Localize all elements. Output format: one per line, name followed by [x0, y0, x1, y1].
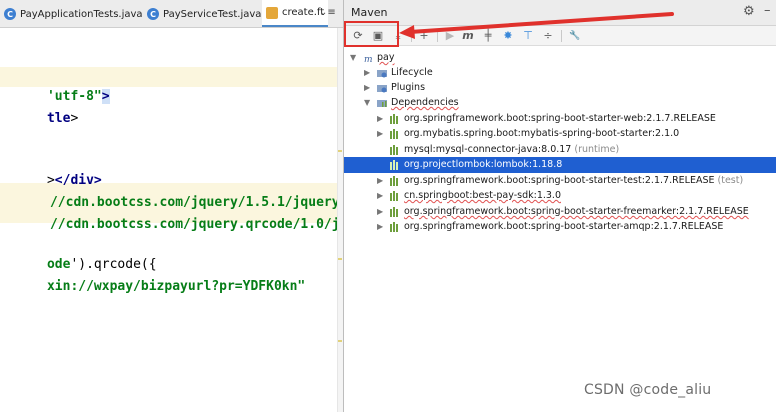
tree-item-pay[interactable]: ▼ m pay — [344, 50, 776, 66]
code-token: xin://wxpay/bizpayurl?pr=YDFK0kn" — [46, 279, 306, 294]
maven-toolbar: ⟳ ▣ ⤓ + ▶ m ╪ ✸ ⊤ ÷ 🔧 — [344, 26, 776, 46]
dependency-label: org.springframework.boot:spring-boot-sta… — [404, 206, 749, 217]
watermark: CSDN @code_aliu — [584, 382, 712, 398]
tree-label: Plugins — [391, 82, 426, 93]
code-line: //cdn.bootcss.com/jquery.qrcode/1.0/jque — [3, 195, 343, 232]
expand-arrow-icon[interactable]: ▼ — [364, 95, 370, 111]
dependency-label: org.springframework.boot:spring-boot-sta… — [404, 175, 715, 186]
maven-header: Maven ⚙ – — [344, 0, 776, 26]
code-token: tle — [46, 111, 71, 126]
expand-arrow-icon[interactable]: ▶ — [364, 80, 370, 96]
folder-gear-icon — [377, 83, 388, 93]
toolbar-separator — [437, 30, 438, 42]
settings-wrench-icon[interactable]: 🔧 — [568, 29, 582, 43]
maven-tool-window: Maven ⚙ – ⟳ ▣ ⤓ + ▶ m ╪ ✸ ⊤ ÷ 🔧 ▼ m pay — [343, 0, 776, 412]
dependency-label: mysql:mysql-connector-java:8.0.17 — [404, 144, 572, 155]
java-class-icon: C — [147, 8, 159, 20]
warning-marker[interactable] — [338, 258, 342, 260]
code-line: //cdn.bootcss.com/jquery/1.5.1/jquery.mi — [3, 173, 343, 210]
dependency-scope: (runtime) — [571, 144, 620, 155]
dependency-label: cn.springboot:best-pay-sdk:1.3.0 — [404, 190, 561, 201]
code-line: ode').qrcode({ — [0, 235, 157, 272]
tree-item-plugins[interactable]: ▶ Plugins — [344, 80, 776, 96]
library-icon — [390, 160, 400, 170]
toggle-offline-icon[interactable]: ╪ — [481, 29, 495, 43]
svg-text:m: m — [364, 55, 373, 63]
collapse-all-icon[interactable]: ÷ — [541, 29, 555, 43]
code-token: > — [70, 111, 79, 126]
gear-icon[interactable]: ⚙ — [743, 4, 755, 19]
library-icon — [390, 207, 400, 217]
skip-tests-icon[interactable]: ✸ — [501, 29, 515, 43]
dependency-item[interactable]: ▶ org.springframework.boot:spring-boot-s… — [344, 219, 776, 235]
expand-arrow-icon[interactable]: ▶ — [377, 188, 383, 204]
tab-pay-service-test[interactable]: C PayServiceTest.java × — [147, 0, 275, 27]
code-area[interactable]: 'utf-8"> tle> ></div> //cdn.bootcss.com/… — [0, 28, 343, 412]
dependency-item[interactable]: ▶ cn.springboot:best-pay-sdk:1.3.0 — [344, 188, 776, 204]
tree-label: Lifecycle — [391, 67, 433, 78]
java-class-icon: C — [4, 8, 16, 20]
tab-overflow-menu-icon[interactable]: ⌄≡ — [319, 7, 336, 18]
dependency-item-selected[interactable]: org.projectlombok:lombok:1.18.8 — [344, 157, 776, 173]
dependency-label: org.springframework.boot:spring-boot-sta… — [404, 221, 724, 232]
code-editor[interactable]: C PayApplicationTests.java × C PayServic… — [0, 0, 343, 412]
library-icon — [390, 114, 400, 124]
library-icon — [390, 191, 400, 201]
maven-project-tree[interactable]: ▼ m pay ▶ Lifecycle ▶ Plugins ▼ Dependen… — [344, 46, 776, 412]
tree-item-dependencies[interactable]: ▼ Dependencies — [344, 95, 776, 111]
tree-label: pay — [377, 52, 395, 63]
add-icon[interactable]: + — [417, 29, 431, 43]
tab-label: create.ft — [282, 7, 325, 18]
code-token: //cdn.bootcss.com/jquery.qrcode/1.0/jque — [49, 217, 343, 232]
html-file-icon — [266, 6, 278, 19]
show-dependencies-icon[interactable]: ⊤ — [521, 29, 535, 43]
toolbar-separator — [411, 30, 412, 42]
tab-label: PayServiceTest.java — [163, 8, 262, 20]
execute-goal-icon[interactable]: m — [461, 29, 475, 43]
dependency-item[interactable]: ▶ org.springframework.boot:spring-boot-s… — [344, 204, 776, 220]
folder-dependencies-icon — [377, 98, 388, 108]
expand-arrow-icon[interactable]: ▼ — [350, 50, 356, 66]
library-icon — [390, 129, 400, 139]
dependency-label: org.projectlombok:lombok:1.18.8 — [404, 159, 563, 170]
annotation-highlight-box — [344, 21, 399, 47]
expand-arrow-icon[interactable]: ▶ — [377, 219, 383, 235]
dependency-item[interactable]: mysql:mysql-connector-java:8.0.17 (runti… — [344, 142, 776, 158]
editor-tab-bar: C PayApplicationTests.java × C PayServic… — [0, 0, 343, 28]
expand-arrow-icon[interactable]: ▶ — [364, 65, 370, 81]
dependency-item[interactable]: ▶ org.mybatis.spring.boot:mybatis-spring… — [344, 126, 776, 142]
library-icon — [390, 222, 400, 232]
maven-module-icon: m — [364, 53, 375, 65]
tree-label: Dependencies — [391, 97, 459, 108]
code-line: ></div> — [0, 151, 102, 188]
code-line: 'utf-8"> — [0, 67, 110, 104]
code-line: tle> — [0, 89, 78, 126]
library-icon — [390, 176, 400, 186]
dependency-item[interactable]: ▶ org.springframework.boot:spring-boot-s… — [344, 173, 776, 189]
warning-marker[interactable] — [338, 340, 342, 342]
run-icon[interactable]: ▶ — [443, 29, 457, 43]
dependency-label: org.mybatis.spring.boot:mybatis-spring-b… — [404, 128, 680, 139]
warning-marker[interactable] — [338, 150, 342, 152]
maven-title: Maven — [351, 6, 388, 19]
code-token: > — [101, 89, 110, 104]
toolbar-separator — [561, 30, 562, 42]
tree-item-lifecycle[interactable]: ▶ Lifecycle — [344, 65, 776, 81]
dependency-label: org.springframework.boot:spring-boot-sta… — [404, 113, 716, 124]
library-icon — [390, 145, 400, 155]
expand-arrow-icon[interactable]: ▶ — [377, 111, 383, 127]
folder-gear-icon — [377, 68, 388, 78]
expand-arrow-icon[interactable]: ▶ — [377, 173, 383, 189]
code-line: xin://wxpay/bizpayurl?pr=YDFK0kn" — [0, 257, 305, 294]
tab-label: PayApplicationTests.java — [20, 8, 143, 20]
dependency-scope: (test) — [714, 175, 744, 186]
expand-arrow-icon[interactable]: ▶ — [377, 204, 383, 220]
expand-arrow-icon[interactable]: ▶ — [377, 126, 383, 142]
dependency-item[interactable]: ▶ org.springframework.boot:spring-boot-s… — [344, 111, 776, 127]
tab-pay-application-tests[interactable]: C PayApplicationTests.java × — [4, 0, 156, 27]
minimize-icon[interactable]: – — [764, 3, 771, 18]
